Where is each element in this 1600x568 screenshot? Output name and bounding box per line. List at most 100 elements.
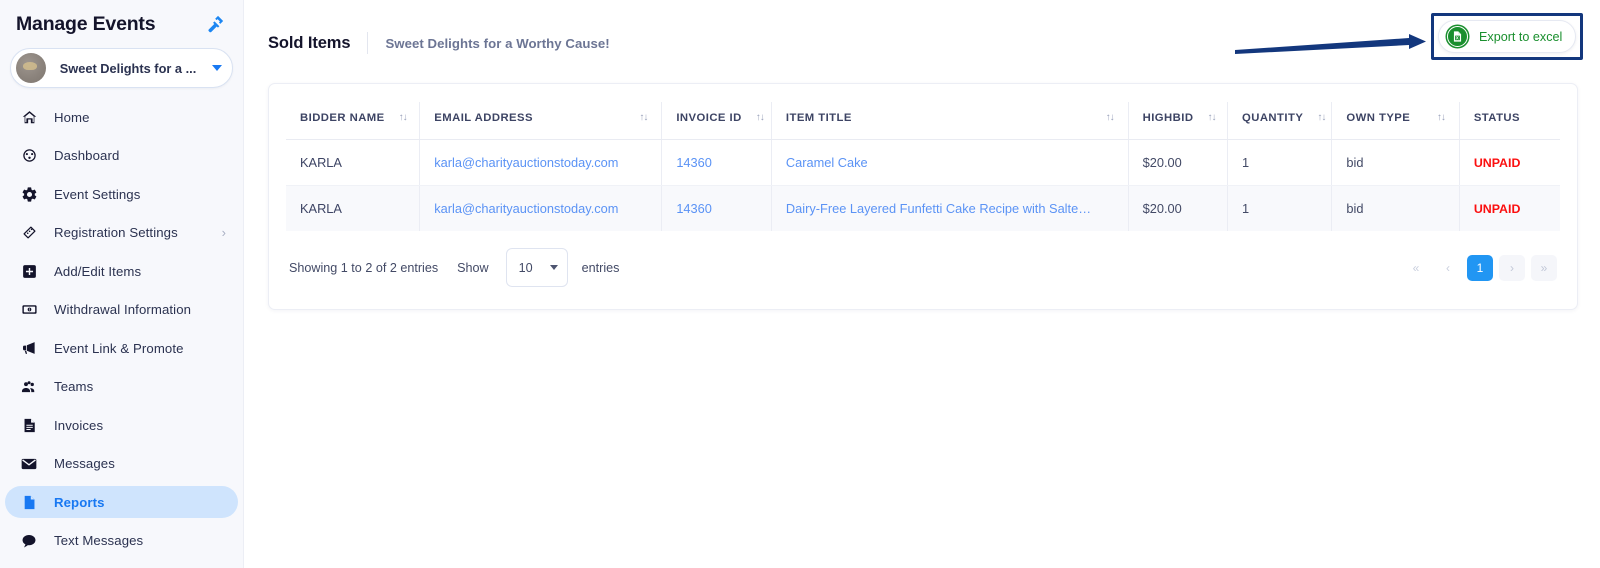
sidebar-item-text-messages[interactable]: Text Messages <box>5 525 238 557</box>
sold-items-card: BIDDER NAME ↑↓ EMAIL ADDRESS ↑↓ INVOICE … <box>268 83 1578 310</box>
entries-label: entries <box>581 260 620 275</box>
megaphone-icon <box>19 338 39 358</box>
export-button-label: Export to excel <box>1479 29 1563 44</box>
cell-invoice-id[interactable]: 14360 <box>661 139 772 186</box>
sidebar-header: Manage Events <box>0 0 243 42</box>
pagination-next[interactable]: › <box>1499 254 1525 281</box>
sidebar-item-label: Withdrawal Information <box>54 302 192 317</box>
status-badge: UNPAID <box>1473 201 1521 216</box>
sidebar-item-registration-settings[interactable]: Registration Settings › <box>5 217 238 249</box>
sidebar-item-label: Event Settings <box>54 186 141 202</box>
envelope-icon <box>19 454 39 474</box>
annotation-arrow <box>1235 34 1426 54</box>
showing-entries-text: Showing 1 to 2 of 2 entries <box>289 260 439 275</box>
cell-email-address[interactable]: karla@charityauctionstoday.com <box>419 185 663 231</box>
sort-icon[interactable]: ↑↓ <box>742 113 765 123</box>
column-header-highbid[interactable]: HIGHBID ↑↓ <box>1128 102 1228 140</box>
sold-items-table: BIDDER NAME ↑↓ EMAIL ADDRESS ↑↓ INVOICE … <box>286 102 1560 231</box>
sidebar-nav: Home Dashboard Event Settings Registrati… <box>0 98 243 557</box>
column-label: INVOICE ID <box>676 112 742 124</box>
column-label: EMAIL ADDRESS <box>434 112 534 124</box>
gear-icon <box>19 184 39 204</box>
column-header-item-title[interactable]: ITEM TITLE ↑↓ <box>771 102 1129 140</box>
cell-bidder-name: KARLA <box>286 139 421 186</box>
cell-quantity: 1 <box>1227 185 1333 231</box>
excel-file-icon <box>1447 26 1468 47</box>
sidebar-item-label: Teams <box>54 379 94 394</box>
sidebar-item-label: Registration Settings <box>54 225 178 240</box>
page-title: Sold Items <box>268 33 351 52</box>
report-file-icon <box>19 492 39 512</box>
table-row: KARLA karla@charityauctionstoday.com 143… <box>286 139 1560 186</box>
sidebar-item-withdrawal-information[interactable]: Withdrawal Information <box>5 294 238 326</box>
table-header: BIDDER NAME ↑↓ EMAIL ADDRESS ↑↓ INVOICE … <box>286 102 1560 140</box>
sort-icon[interactable]: ↑↓ <box>1303 113 1326 123</box>
sidebar-item-event-settings[interactable]: Event Settings <box>5 178 238 210</box>
column-header-bidder-name[interactable]: BIDDER NAME ↑↓ <box>286 102 421 140</box>
page-length-value: 10 <box>518 260 533 275</box>
pagination-last[interactable]: » <box>1531 254 1557 281</box>
cell-item-title[interactable]: Dairy-Free Layered Funfetti Cake Recipe … <box>771 185 1129 231</box>
column-label: BIDDER NAME <box>300 112 385 124</box>
dashboard-gauge-icon <box>19 146 39 166</box>
sidebar-item-teams[interactable]: Teams <box>5 371 238 403</box>
table-body: KARLA karla@charityauctionstoday.com 143… <box>286 139 1560 231</box>
sort-icon[interactable]: ↑↓ <box>385 113 408 123</box>
annotation-highlight-box: Export to excel <box>1431 13 1583 60</box>
sidebar-item-invoices[interactable]: Invoices <box>5 409 238 441</box>
page-length-select[interactable]: 10 <box>505 248 568 287</box>
cell-invoice-id[interactable]: 14360 <box>661 185 772 231</box>
cell-item-title[interactable]: Caramel Cake <box>771 139 1129 186</box>
money-bill-icon <box>19 300 39 320</box>
pagination-prev[interactable]: ‹ <box>1435 255 1461 281</box>
sidebar-item-dashboard[interactable]: Dashboard <box>5 140 238 172</box>
chevron-down-icon <box>549 265 558 270</box>
sidebar: Manage Events Sweet Delights for a ... H… <box>0 0 244 568</box>
column-header-status: STATUS <box>1459 102 1560 140</box>
sort-icon[interactable]: ↑↓ <box>1423 113 1446 123</box>
table-row: KARLA karla@charityauctionstoday.com 143… <box>286 185 1560 231</box>
chevron-right-icon: › <box>221 225 226 240</box>
chevron-down-icon <box>212 65 222 71</box>
sidebar-item-label: Add/Edit Items <box>54 263 142 279</box>
sidebar-item-event-link-promote[interactable]: Event Link & Promote <box>5 332 238 364</box>
sort-icon[interactable]: ↑↓ <box>1193 113 1216 123</box>
pagination-first[interactable]: « <box>1403 255 1429 281</box>
sidebar-item-messages[interactable]: Messages <box>5 448 238 480</box>
cell-own-type: bid <box>1331 185 1460 231</box>
cell-quantity: 1 <box>1227 139 1333 186</box>
table-footer: Showing 1 to 2 of 2 entries Show 10 entr… <box>286 231 1560 303</box>
avatar <box>16 53 46 83</box>
sidebar-item-label: Reports <box>54 494 105 510</box>
pagination: « ‹ 1 › » <box>1403 254 1557 281</box>
cell-highbid: $20.00 <box>1128 185 1228 231</box>
column-header-email-address[interactable]: EMAIL ADDRESS ↑↓ <box>419 102 663 140</box>
ticket-icon <box>19 223 39 243</box>
sort-icon[interactable]: ↑↓ <box>625 113 648 123</box>
sort-icon[interactable]: ↑↓ <box>1092 113 1115 123</box>
home-icon <box>19 107 39 127</box>
column-header-quantity[interactable]: QUANTITY ↑↓ <box>1227 102 1333 140</box>
column-label: HIGHBID <box>1142 112 1194 124</box>
sidebar-title: Manage Events <box>16 13 156 36</box>
column-label: QUANTITY <box>1241 112 1304 124</box>
cell-email-address[interactable]: karla@charityauctionstoday.com <box>419 139 663 186</box>
sidebar-item-label: Event Link & Promote <box>54 340 184 356</box>
cell-own-type: bid <box>1331 139 1460 186</box>
column-header-invoice-id[interactable]: INVOICE ID ↑↓ <box>661 102 772 140</box>
sidebar-item-label: Invoices <box>54 417 104 433</box>
sidebar-item-reports[interactable]: Reports <box>5 486 238 518</box>
event-selector[interactable]: Sweet Delights for a ... <box>10 48 233 88</box>
plus-square-icon <box>19 261 39 281</box>
column-label: ITEM TITLE <box>785 112 852 124</box>
column-label: STATUS <box>1473 112 1521 124</box>
sidebar-item-add-edit-items[interactable]: Add/Edit Items <box>5 255 238 287</box>
header-event-name: Sweet Delights for a Worthy Cause! <box>385 35 610 51</box>
column-header-own-type[interactable]: OWN TYPE ↑↓ <box>1331 102 1460 140</box>
sidebar-item-home[interactable]: Home <box>5 101 238 133</box>
export-to-excel-button[interactable]: Export to excel <box>1438 20 1576 53</box>
people-group-icon <box>19 377 39 397</box>
pagination-page-1[interactable]: 1 <box>1467 254 1493 281</box>
invoice-document-icon <box>19 415 39 435</box>
cell-highbid: $20.00 <box>1128 139 1228 186</box>
